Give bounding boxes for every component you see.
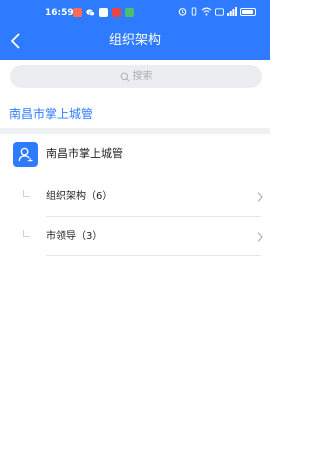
- battery-icon: [240, 7, 256, 16]
- breadcrumb[interactable]: 南昌市掌上城管: [9, 106, 93, 122]
- status-bar: 16:59: [0, 0, 270, 22]
- alarm-icon: [178, 8, 187, 16]
- signal-icon: [227, 7, 237, 16]
- app-notification-icon: [99, 8, 108, 17]
- app-notification-icon: [73, 8, 82, 17]
- tree-connector: [23, 190, 30, 197]
- section-divider: [0, 128, 270, 134]
- notification-icons: [73, 8, 134, 17]
- list-item-label: 组织架构（6）: [46, 191, 113, 202]
- status-time: 16:59: [45, 8, 74, 18]
- chevron-right-icon: [257, 232, 263, 242]
- search-placeholder: 搜索: [132, 70, 153, 82]
- wifi-icon: [201, 7, 212, 16]
- page-title: 组织架构: [108, 33, 161, 48]
- list-item-city-leaders[interactable]: 市领导（3）: [0, 217, 270, 257]
- app-header: 16:59 组织架构: [0, 0, 270, 60]
- system-icons: [178, 7, 256, 16]
- org-avatar: [13, 142, 38, 167]
- nav-bar: 组织架构: [0, 24, 270, 58]
- chevron-right-icon: [257, 192, 263, 202]
- app-notification-icon: [112, 8, 121, 17]
- list-separator: [46, 255, 261, 256]
- hd-icon: [215, 7, 224, 16]
- tree-connector: [23, 230, 30, 237]
- app-notification-icon: [125, 8, 134, 17]
- list-item-org-structure[interactable]: 组织架构（6）: [0, 177, 270, 217]
- wechat-icon: [86, 9, 95, 16]
- list-item-label: 市领导（3）: [46, 231, 103, 242]
- vibrate-icon: [191, 7, 197, 16]
- search-input[interactable]: 搜索: [10, 65, 262, 88]
- search-icon: [120, 72, 129, 81]
- org-name: 南昌市掌上城管: [46, 147, 123, 160]
- person-icon: [18, 147, 33, 162]
- org-structure-screen: 16:59 组织架构 搜索 南昌市掌上城管 南昌市掌上城管 组织架构（6） 市领…: [0, 0, 270, 451]
